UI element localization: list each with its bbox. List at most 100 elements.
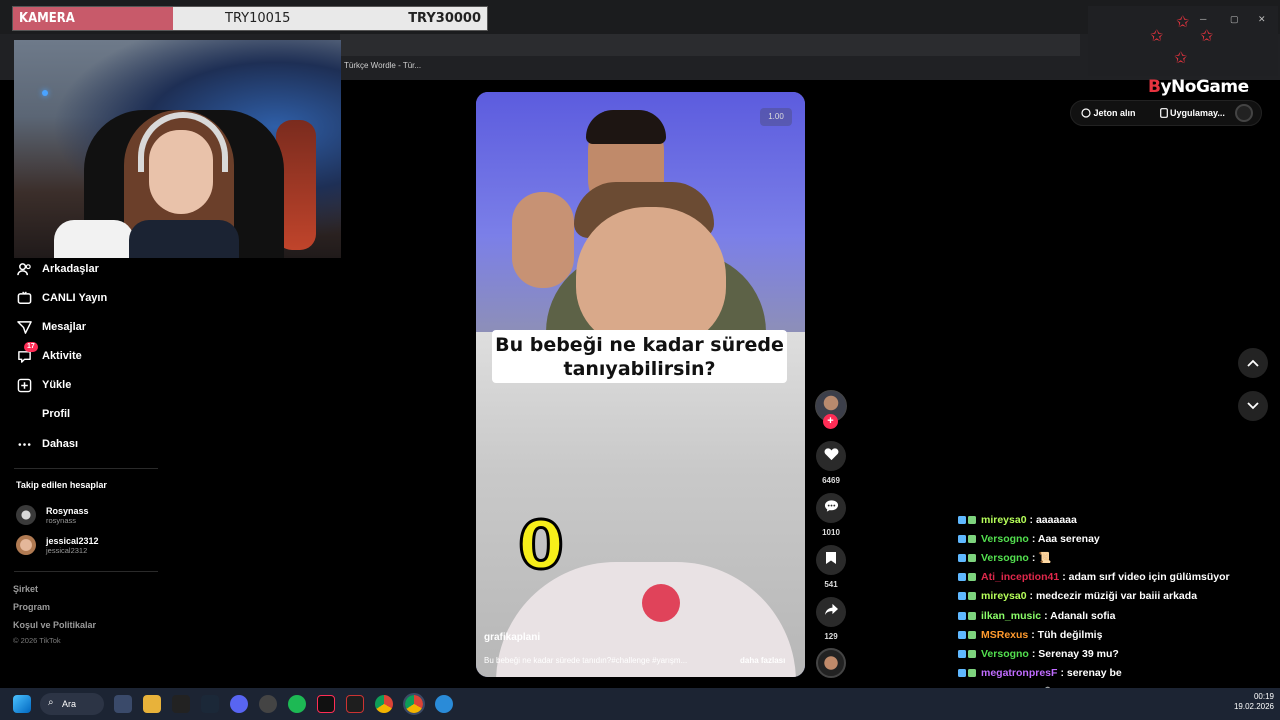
chrome-active-icon[interactable] [403,693,425,715]
profile-icon [16,406,32,422]
comment-count: 1010 [822,528,840,537]
chat-badge-icon [958,571,978,583]
chat-message: Versogno: Serenay 39 mu? [958,644,1119,663]
chat-username[interactable]: Ati_inception41 [981,571,1059,583]
avatar [16,535,36,555]
comment-button[interactable] [816,493,846,523]
chat-username[interactable]: ilkan_music [981,610,1041,622]
tiktok-icon[interactable] [317,695,335,713]
chat-message: Versogno: 📜 [958,548,1051,567]
chat-username[interactable]: mireysa0 [981,590,1027,602]
save-count: 541 [824,580,838,589]
chat-text: : Tüh değilmiş [1031,628,1103,641]
sidebar-item-activity[interactable]: 17 Aktivite [16,342,82,367]
obs-icon[interactable] [259,695,277,713]
following-name: Rosynass [46,505,89,516]
chat-badge-icon [958,590,978,602]
windows-start-icon[interactable] [13,695,31,713]
calculator-icon[interactable] [114,695,132,713]
chrome-icon[interactable] [375,695,393,713]
see-more-link[interactable]: daha fazlası [740,656,785,665]
donation-goal: TRY30000 [408,11,481,26]
sidebar-item-upload[interactable]: Yükle [16,374,71,396]
taskbar-search[interactable]: ⌕ Ara [40,693,104,715]
browser-extensions-panel: ─ ▢ ✕ ✩ ✩ ✩ ✩ [1088,6,1278,76]
next-video-button[interactable] [1238,391,1268,421]
footer-link-program[interactable]: Program [13,602,50,612]
footer-link-company[interactable]: Şirket [13,584,38,594]
sidebar-item-more[interactable]: Dahası [16,433,78,455]
star-decoration-icon: ✩ [1174,50,1188,67]
minimize-icon[interactable]: ─ [1200,14,1206,24]
chat-username[interactable]: Versogno [981,648,1029,660]
chat-message: megatronpresF: serenay be [958,664,1122,683]
chat-badge-icon [958,552,978,564]
following-handle: jessical2312 [46,545,88,555]
upload-icon [16,377,32,393]
avatar [16,505,36,525]
screen: Türkçe Wordle - Tür... KAMERA TRY10015 T… [0,0,1280,720]
bookmark-link[interactable]: Türkçe Wordle - Tür... [344,61,421,70]
donation-goal-bar: KAMERA TRY10015 TRY30000 [12,6,488,31]
close-icon[interactable]: ✕ [1258,14,1266,25]
chat-text: : 📜 [1031,552,1052,565]
chat-username[interactable]: Versogno [981,533,1029,545]
chat-username[interactable]: MSRexus [981,629,1028,641]
previous-video-button[interactable] [1238,348,1268,378]
chevron-down-icon [1247,402,1259,410]
sidebar-item-label: Arkadaşlar [42,263,99,275]
search-icon: ⌕ [48,697,54,708]
app-icon[interactable] [435,695,453,713]
file-explorer-icon[interactable] [143,695,161,713]
star-decoration-icon: ✩ [1150,28,1164,45]
sidebar-item-messages[interactable]: Mesajlar [16,316,86,338]
save-button[interactable] [816,545,846,575]
follow-plus-icon[interactable]: + [823,414,838,429]
star-decoration-icon: ✩ [1200,28,1214,45]
chat-badge-icon [958,648,978,660]
video-author[interactable]: grafikaplani [484,632,540,643]
bookmark-bar: Türkçe Wordle - Tür... [340,58,1080,76]
user-avatar[interactable] [1235,104,1253,122]
get-coins-button[interactable]: Jeton alın [1081,108,1148,118]
sidebar-item-label: Aktivite [42,350,82,362]
friends-icon [16,261,32,277]
chat-text: : aaaaaaa [1029,513,1077,526]
sidebar-item-profile[interactable]: Profil [16,403,70,425]
sidebar-item-label: Profil [42,408,71,420]
maximize-icon[interactable]: ▢ [1230,14,1239,25]
get-app-button[interactable]: Uygulamay... [1159,108,1237,118]
steam-icon[interactable] [201,695,219,713]
like-button[interactable] [816,441,846,471]
sidebar-item-label: Mesajlar [42,321,87,333]
video-player[interactable]: Bu bebeği ne kadar sürede tanıyabilirsin… [476,92,805,677]
address-bar[interactable] [340,34,1080,56]
discord-icon[interactable] [230,695,248,713]
following-name: jessical2312 [46,535,99,546]
spotify-icon[interactable] [288,695,306,713]
valorant-icon[interactable] [346,695,364,713]
chat-username[interactable]: mireysa0 [981,514,1027,526]
chat-badge-icon [958,629,978,641]
chat-text: : Adanalı sofia [1044,609,1116,622]
chat-badge-icon [958,610,978,622]
sidebar-item-live[interactable]: CANLI Yayın [16,287,107,309]
chat-message: MSRexus: Tüh değilmiş [958,625,1102,644]
chat-username[interactable]: megatronpresF [981,667,1057,679]
chat-username[interactable]: Versogno [981,552,1029,564]
divider [14,571,158,572]
activity-icon: 17 [16,342,38,364]
taskbar-clock[interactable]: 00:19 19.02.2026 [1224,692,1274,712]
epic-games-icon[interactable] [172,695,190,713]
following-item-jessical2312[interactable]: jessical2312 jessical2312 [16,532,99,558]
share-button[interactable] [816,597,846,627]
footer-link-terms[interactable]: Koşul ve Politikalar [13,620,96,630]
music-disc-icon[interactable] [816,648,846,678]
star-decoration-icon: ✩ [1176,14,1190,31]
following-item-rosynass[interactable]: Rosynass rosynass [16,502,89,528]
playback-speed[interactable]: 1.00 [760,108,792,126]
sidebar-item-friends[interactable]: Arkadaşlar [16,258,99,280]
share-count: 129 [824,632,838,641]
chat-text: : serenay be [1060,667,1122,680]
donation-amounts: TRY10015 TRY30000 [173,7,487,30]
